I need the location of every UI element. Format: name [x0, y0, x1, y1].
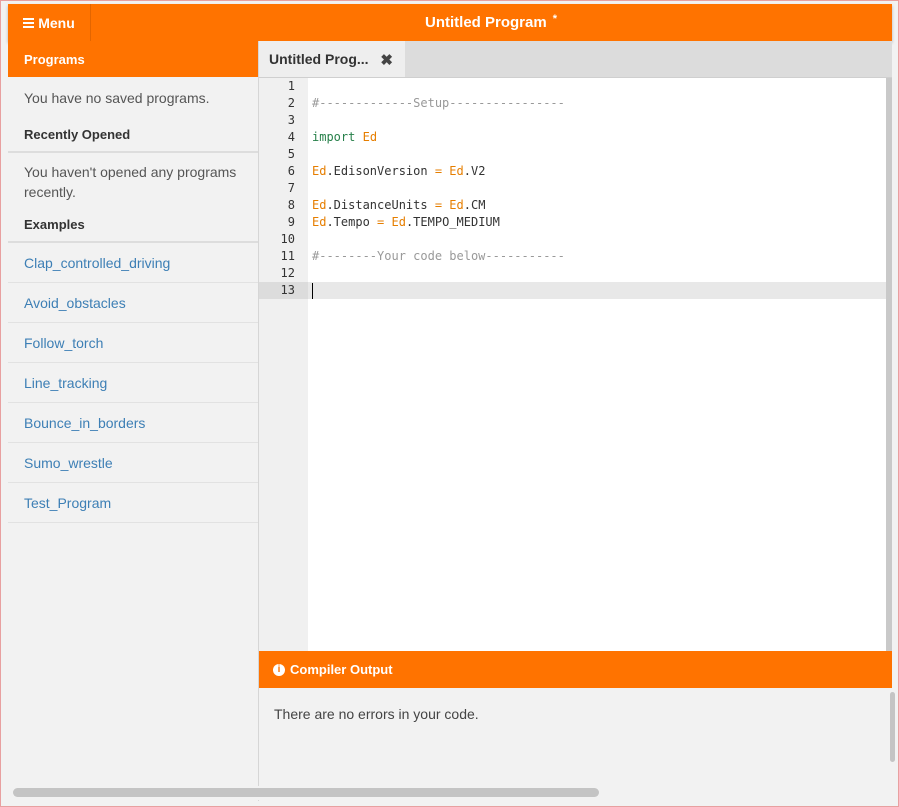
- line-number: 1: [287, 79, 295, 93]
- code-editor[interactable]: 1 2 3 4 5 6 7 8 9 10 11 12 13 #---------…: [259, 78, 892, 651]
- code-lines: #-------------Setup---------------- impo…: [312, 78, 892, 299]
- programs-header: Programs: [8, 41, 258, 77]
- line-number: 4: [287, 130, 295, 144]
- example-test-program[interactable]: Test_Program: [8, 483, 258, 523]
- line-number: 11: [280, 249, 295, 263]
- example-clap-controlled-driving[interactable]: Clap_controlled_driving: [8, 243, 258, 283]
- example-bounce-in-borders[interactable]: Bounce_in_borders: [8, 403, 258, 443]
- no-saved-text: You have no saved programs.: [24, 90, 210, 106]
- line-number: 2: [287, 96, 295, 110]
- examples-list: Clap_controlled_driving Avoid_obstacles …: [8, 243, 258, 523]
- editor-tab-bar: Untitled Prog... ✖: [259, 41, 892, 78]
- example-avoid-obstacles[interactable]: Avoid_obstacles: [8, 283, 258, 323]
- code-line: Ed.Tempo = Ed.TEMPO_MEDIUM: [312, 215, 500, 229]
- examples-section-title: Examples: [8, 207, 258, 243]
- compiler-output-body: There are no errors in your code.: [259, 688, 892, 801]
- line-number: 8: [287, 198, 295, 212]
- line-number: 5: [287, 147, 295, 161]
- code-line: #-------------Setup----------------: [312, 96, 565, 110]
- recent-section-title: Recently Opened: [8, 117, 258, 153]
- example-line-tracking[interactable]: Line_tracking: [8, 363, 258, 403]
- no-recent-text: You haven't opened any programs recently…: [24, 164, 237, 200]
- line-number: 6: [287, 164, 295, 178]
- menu-button[interactable]: Menu: [8, 4, 91, 41]
- line-numbers: 1 2 3 4 5 6 7 8 9 10 11 12 13: [259, 78, 308, 299]
- output-scrollbar[interactable]: [890, 692, 895, 762]
- code-line: Ed.DistanceUnits = Ed.CM: [312, 198, 486, 212]
- menu-label: Menu: [38, 14, 75, 31]
- program-title-text: Untitled Program: [425, 14, 547, 31]
- compiler-output-title: Compiler Output: [290, 662, 393, 677]
- editor-tab-label: Untitled Prog...: [269, 51, 369, 67]
- hamburger-icon: [23, 18, 35, 28]
- sidebar: Programs You have no saved programs. Rec…: [8, 41, 259, 801]
- info-icon: i: [273, 663, 285, 676]
- code-line: import Ed: [312, 130, 378, 144]
- line-number: 9: [287, 215, 295, 229]
- program-title: Untitled Program *: [90, 4, 892, 41]
- compiler-output-message: There are no errors in your code.: [274, 706, 479, 722]
- line-number: 7: [287, 181, 295, 195]
- code-line: #--------Your code below-----------: [312, 249, 565, 263]
- example-sumo-wrestle[interactable]: Sumo_wrestle: [8, 443, 258, 483]
- compiler-output-header[interactable]: i Compiler Output: [259, 651, 892, 688]
- editor-tab[interactable]: Untitled Prog... ✖: [259, 41, 405, 77]
- code-line: Ed.EdisonVersion = Ed.V2: [312, 164, 486, 178]
- line-number: 13: [280, 283, 295, 297]
- editor-scrollbar[interactable]: [886, 78, 892, 651]
- line-number: 3: [287, 113, 295, 127]
- app-window: Menu Untitled Program * Programs You hav…: [0, 0, 899, 807]
- text-cursor: [312, 283, 313, 299]
- horizontal-scrollbar-thumb[interactable]: [13, 788, 599, 797]
- close-tab-icon[interactable]: ✖: [380, 51, 393, 69]
- line-number: 12: [280, 266, 295, 280]
- unsaved-marker: *: [552, 12, 557, 25]
- example-follow-torch[interactable]: Follow_torch: [8, 323, 258, 363]
- top-bar: Menu Untitled Program *: [8, 4, 892, 41]
- line-number: 10: [280, 232, 295, 246]
